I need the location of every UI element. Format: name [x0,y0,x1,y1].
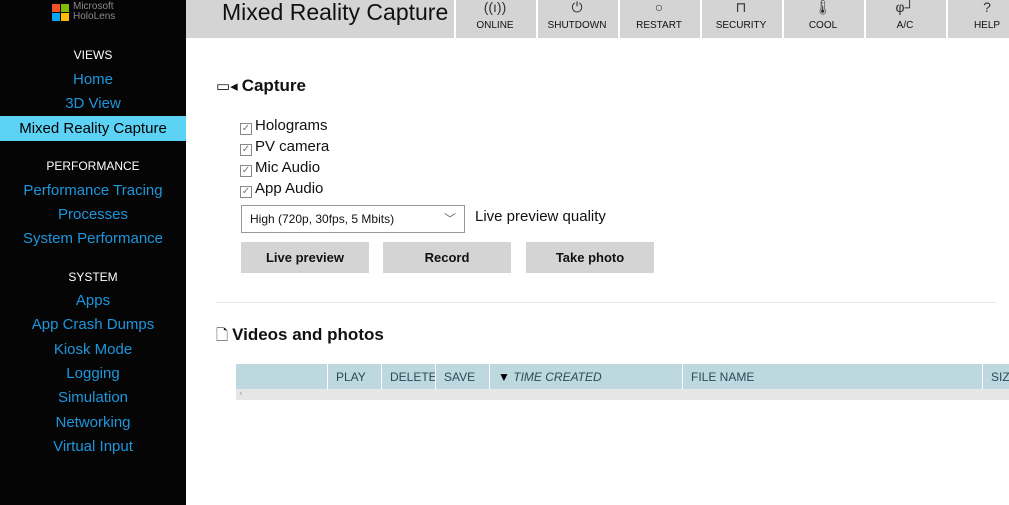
checkbox-checked-icon: ✓ [240,186,252,198]
power-icon: ⏻ [571,0,583,15]
page-title: Mixed Reality Capture [222,0,449,25]
lock-icon: ⊓ [735,0,747,15]
sidebar-item-virtual-input[interactable]: Virtual Input [0,434,186,459]
column-file-name[interactable]: FILE NAME [682,364,982,389]
sidebar-item-3d-view[interactable]: 3D View [0,91,186,116]
live-preview-quality-label: Live preview quality [475,208,606,225]
shutdown-button[interactable]: ⏻ SHUTDOWN [536,0,616,38]
video-camera-icon: ▭◂ [216,78,238,95]
checkbox-checked-icon: ✓ [240,123,252,135]
header-bar: Mixed Reality Capture ((ı)) ONLINE ⏻ SHUTD… [186,0,1009,38]
help-icon: ? [983,0,991,15]
sidebar-item-app-crash-dumps[interactable]: App Crash Dumps [0,312,186,337]
cool-button[interactable]: 🌡︎ COOL [782,0,862,38]
divider [216,302,996,303]
record-button[interactable]: Record [383,242,511,273]
sidebar-item-performance-tracing[interactable]: Performance Tracing [0,178,186,203]
sidebar-item-system-performance[interactable]: System Performance [0,226,186,251]
chevron-down-icon: ﹀ [443,212,456,226]
section-system: SYSTEM [68,270,118,284]
mic-audio-checkbox[interactable]: ✓ Mic Audio [240,159,320,177]
microsoft-logo-icon [52,4,69,22]
restart-button[interactable]: ○ RESTART [618,0,698,38]
hololens-logo: Microsoft HoloLens [52,2,115,22]
sidebar-item-kiosk-mode[interactable]: Kiosk Mode [0,337,186,362]
videos-table-header: PLAY DELETE SAVE ▼ TIME CREATED FILE NAM… [236,364,1009,389]
online-button[interactable]: ((ı)) ONLINE [454,0,534,38]
restart-icon: ○ [654,0,664,15]
horizontal-scrollbar[interactable]: ‹ [236,389,1009,400]
thermometer-icon: 🌡︎ [814,0,832,15]
sidebar-item-networking[interactable]: Networking [0,410,186,435]
security-button[interactable]: ⊓ SECURITY [700,0,780,38]
section-performance: PERFORMANCE [46,159,140,173]
capture-heading: ▭◂ Capture [216,76,306,95]
pv-camera-checkbox[interactable]: ✓ PV camera [240,138,329,156]
sidebar-item-processes[interactable]: Processes [0,202,186,227]
column-select [236,364,327,389]
live-preview-quality-select[interactable]: High (720p, 30fps, 5 Mbits) ﹀ [241,205,465,233]
document-icon: 🗋 [216,327,229,344]
column-delete[interactable]: DELETE [381,364,435,389]
sidebar-item-simulation[interactable]: Simulation [0,385,186,410]
column-size[interactable]: SIZ [982,364,1009,389]
take-photo-button[interactable]: Take photo [526,242,654,273]
sidebar: Microsoft HoloLens VIEWS Home 3D View Mix… [0,0,186,505]
live-preview-button[interactable]: Live preview [241,242,369,273]
column-play[interactable]: PLAY [327,364,381,389]
plug-icon: φ┘ [895,0,915,15]
sidebar-item-apps[interactable]: Apps [0,288,186,313]
sidebar-item-mixed-reality-capture[interactable]: Mixed Reality Capture [0,116,186,141]
scroll-left-icon[interactable]: ‹ [239,389,243,399]
logo-line2: HoloLens [73,11,116,22]
sort-descending-icon: ▼ [498,370,510,384]
videos-heading: 🗋 Videos and photos [216,325,384,344]
help-button[interactable]: ? HELP [946,0,1009,38]
section-views: VIEWS [73,48,113,62]
checkbox-checked-icon: ✓ [240,165,252,177]
sidebar-item-logging[interactable]: Logging [0,361,186,386]
holograms-checkbox[interactable]: ✓ Holograms [240,117,328,135]
app-audio-checkbox[interactable]: ✓ App Audio [240,180,323,198]
sidebar-item-home[interactable]: Home [0,67,186,92]
column-time-created[interactable]: ▼ TIME CREATED [489,364,682,389]
column-save[interactable]: SAVE [435,364,489,389]
ac-button[interactable]: φ┘ A/C [864,0,944,38]
wifi-icon: ((ı)) [483,0,507,15]
checkbox-checked-icon: ✓ [240,144,252,156]
